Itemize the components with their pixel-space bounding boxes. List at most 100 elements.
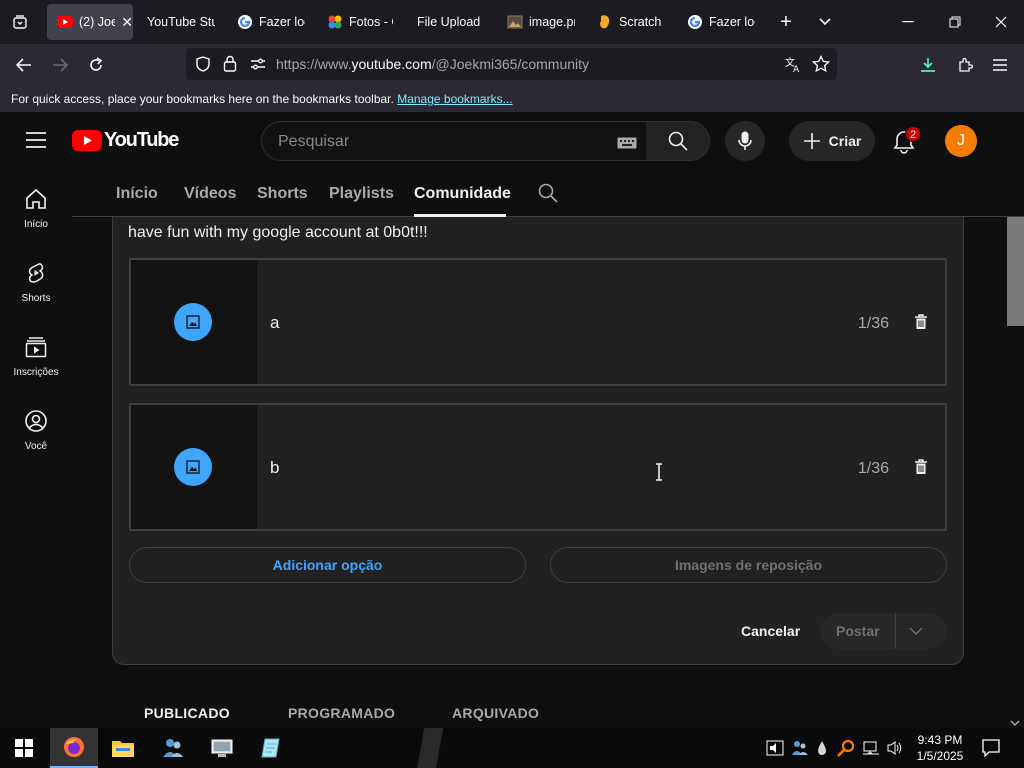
you-icon xyxy=(25,410,47,432)
back-icon[interactable] xyxy=(12,53,36,77)
add-image-button[interactable] xyxy=(174,303,212,341)
close-window-icon[interactable] xyxy=(991,12,1011,32)
taskbar-app-computer[interactable] xyxy=(198,728,246,768)
restore-icon[interactable] xyxy=(945,12,965,32)
tray-search-key-icon[interactable] xyxy=(837,739,855,762)
guide-item-subscriptions[interactable]: Inscrições xyxy=(0,335,72,409)
shield-icon[interactable] xyxy=(195,56,211,77)
option-text-input[interactable]: b xyxy=(270,458,279,478)
tray-people-icon[interactable] xyxy=(791,739,809,762)
manage-bookmarks-link[interactable]: Manage bookmarks... xyxy=(397,92,512,106)
scratch-icon xyxy=(597,14,613,30)
close-tab-icon[interactable]: ✕ xyxy=(121,14,133,31)
taskbar-file-explorer[interactable] xyxy=(99,728,147,768)
firefox-icon xyxy=(64,737,84,757)
browser-tab[interactable]: YouTube Studio xyxy=(147,4,215,40)
delete-option-icon[interactable] xyxy=(914,314,928,332)
taskbar-app-notepad[interactable] xyxy=(247,728,295,768)
youtube-logo-icon xyxy=(72,130,102,151)
new-tab-icon[interactable]: + xyxy=(775,10,797,34)
reset-images-button[interactable]: Imagens de reposição xyxy=(550,547,947,583)
option-text-input[interactable]: a xyxy=(270,313,279,333)
guide-item-home[interactable]: Início xyxy=(0,187,72,261)
character-count: 1/36 xyxy=(857,315,889,332)
scroll-down-arrow-icon[interactable] xyxy=(1010,714,1020,728)
notification-badge: 2 xyxy=(905,126,921,142)
tab-playlists[interactable]: Playlists xyxy=(329,185,394,203)
post-button[interactable]: Postar xyxy=(820,613,947,649)
url-bar[interactable]: https://www.youtube.com/@Joekmi365/commu… xyxy=(186,48,837,80)
taskbar-clock[interactable]: 9:43 PM 1/5/2025 xyxy=(910,732,970,764)
minimize-icon[interactable] xyxy=(898,12,918,32)
lock-icon[interactable] xyxy=(223,55,237,77)
avatar[interactable]: J xyxy=(945,125,977,157)
notification-center-icon[interactable] xyxy=(982,739,1000,762)
voice-search-button[interactable] xyxy=(725,121,765,161)
cancel-button[interactable]: Cancelar xyxy=(741,623,800,639)
browser-tab[interactable]: Fazer login xyxy=(687,4,755,40)
svg-text:A: A xyxy=(793,65,800,73)
tray-volume-icon[interactable] xyxy=(886,740,904,761)
post-text[interactable]: have fun with my google account at 0b0t!… xyxy=(128,224,428,242)
tab-shorts[interactable]: Shorts xyxy=(257,185,308,203)
hamburger-menu-icon[interactable] xyxy=(26,132,46,153)
taskbar-background-graphic xyxy=(410,728,450,768)
windows-taskbar: 9:43 PM 1/5/2025 xyxy=(0,728,1024,768)
tab-scheduled[interactable]: PROGRAMADO xyxy=(288,705,395,721)
create-button[interactable]: Criar xyxy=(789,121,875,161)
selected-tab-underline xyxy=(414,214,506,217)
bookmark-star-icon[interactable] xyxy=(811,54,831,78)
notifications-button[interactable]: 2 xyxy=(891,126,921,157)
channel-tabs: Início Vídeos Shorts Playlists Comunidad… xyxy=(72,169,1024,217)
notepad-icon xyxy=(261,738,280,758)
forward-icon[interactable] xyxy=(48,53,72,77)
start-button[interactable] xyxy=(0,728,48,768)
downloads-icon[interactable] xyxy=(917,54,939,76)
search-button[interactable] xyxy=(646,121,710,161)
browser-tab[interactable]: Fazer login xyxy=(237,4,305,40)
tab-home[interactable]: Início xyxy=(116,185,158,203)
tray-speaker-settings-icon[interactable] xyxy=(766,740,784,761)
scrollbar-thumb[interactable] xyxy=(1007,213,1024,326)
menu-icon[interactable] xyxy=(989,54,1011,76)
permissions-icon[interactable] xyxy=(250,57,266,76)
browser-tab[interactable]: Scratch xyxy=(597,4,665,40)
bookmarks-toolbar: For quick access, place your bookmarks h… xyxy=(0,86,1024,113)
windows-logo-icon xyxy=(15,739,33,757)
chevron-down-icon[interactable] xyxy=(909,627,923,636)
taskbar-app-people[interactable] xyxy=(149,728,197,768)
delete-option-icon[interactable] xyxy=(914,459,928,477)
character-count: 1/36 xyxy=(857,460,889,477)
tray-drop-icon[interactable] xyxy=(817,740,827,761)
add-option-button[interactable]: Adicionar opção xyxy=(129,547,526,583)
text-cursor-icon xyxy=(655,463,663,486)
tab-archived[interactable]: ARQUIVADO xyxy=(452,705,539,721)
tab-published[interactable]: PUBLICADO xyxy=(144,705,230,721)
browser-tab[interactable]: (2) Joekmi365 ✕ xyxy=(47,4,133,40)
option-image-area xyxy=(131,405,257,529)
channel-search-icon[interactable] xyxy=(538,183,558,208)
youtube-logo[interactable]: YouTube xyxy=(72,129,179,152)
guide-item-you[interactable]: Você xyxy=(0,409,72,483)
tray-network-icon[interactable] xyxy=(862,740,880,761)
browser-tab-strip: (2) Joekmi365 ✕ YouTube Studio Fazer log… xyxy=(0,0,1024,44)
tab-list-chevron-icon[interactable] xyxy=(815,12,835,32)
search-icon xyxy=(668,131,688,151)
tab-community[interactable]: Comunidade xyxy=(414,185,511,203)
guide-item-shorts[interactable]: Shorts xyxy=(0,261,72,335)
search-input[interactable]: Pesquisar xyxy=(261,121,647,161)
people-icon xyxy=(163,739,183,757)
browser-tab[interactable]: File Upload xyxy=(417,4,485,40)
browser-tab[interactable]: image.png xyxy=(507,4,575,40)
extensions-icon[interactable] xyxy=(954,54,976,76)
tab-overview-icon[interactable] xyxy=(8,10,32,34)
poll-option: a 1/36 xyxy=(129,258,947,386)
translate-icon[interactable]: 文A xyxy=(784,55,802,78)
image-icon xyxy=(507,14,523,30)
keyboard-icon[interactable] xyxy=(617,136,637,154)
add-image-button[interactable] xyxy=(174,448,212,486)
taskbar-firefox[interactable] xyxy=(50,728,98,768)
browser-tab[interactable]: Fotos - Google xyxy=(327,4,393,40)
reload-icon[interactable] xyxy=(84,53,108,77)
tab-videos[interactable]: Vídeos xyxy=(184,185,236,203)
